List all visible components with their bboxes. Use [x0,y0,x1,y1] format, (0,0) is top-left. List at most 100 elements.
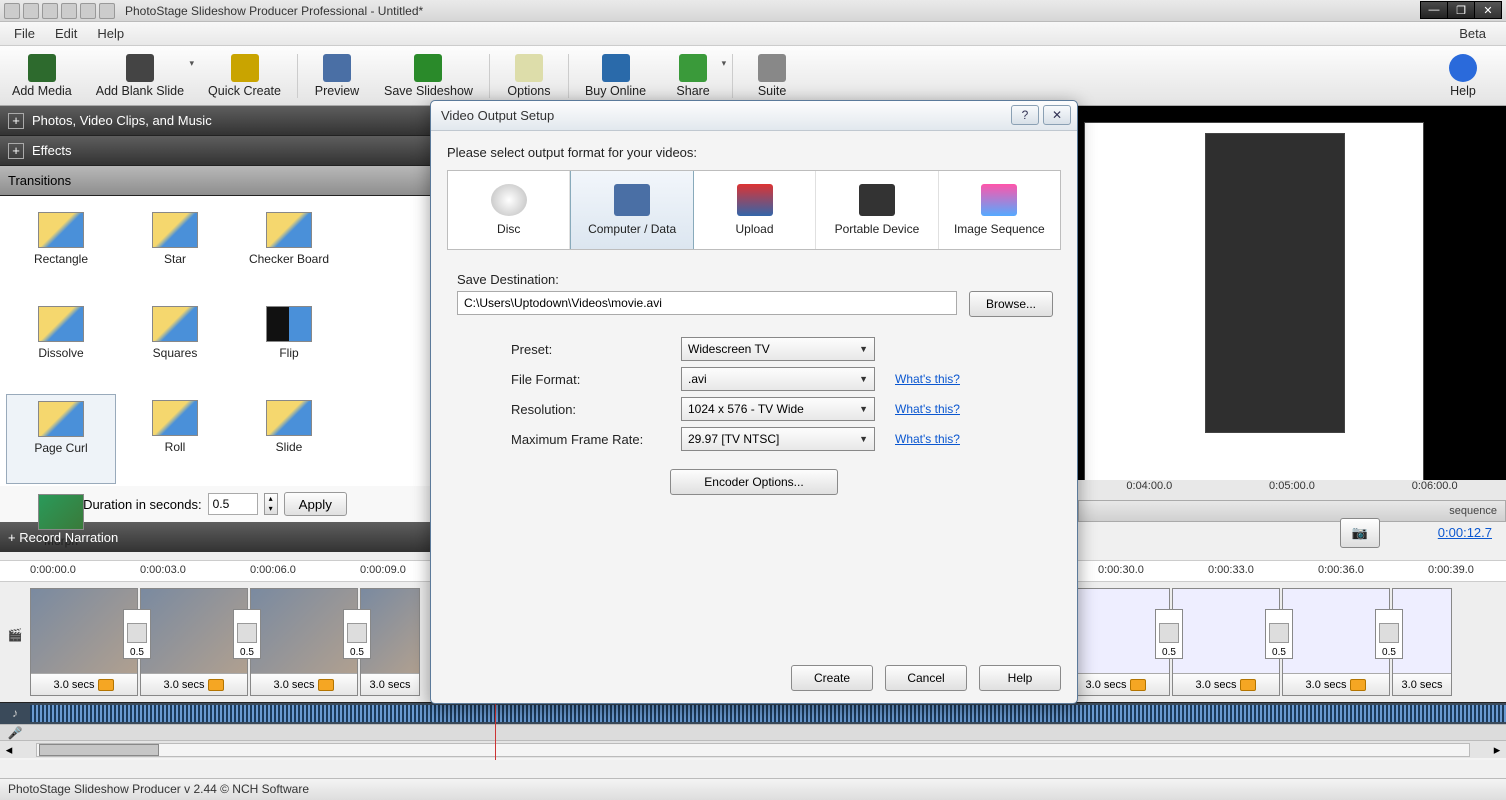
transition-squares[interactable]: Squares [120,300,230,390]
whats-this-link[interactable]: What's this? [895,372,960,386]
dialog-titlebar[interactable]: Video Output Setup ? ✕ [431,101,1077,131]
transition-chip[interactable]: 0.5 [343,609,371,659]
transition-slide[interactable]: Slide [234,394,344,484]
clip-badge-icon[interactable] [208,679,224,691]
format-computer[interactable]: Computer / Data [570,171,693,249]
qat-icon[interactable] [99,3,115,19]
transition-chip[interactable]: 0.5 [233,609,261,659]
timeline-scrollbar[interactable]: ◂ ▸ [0,740,1506,758]
preview-icon [323,54,351,82]
chevron-down-icon[interactable]: ▾ [190,58,195,69]
qat-icon[interactable] [80,3,96,19]
clip-badge-icon[interactable] [1350,679,1366,691]
clip-badge-icon[interactable] [318,679,334,691]
dialog-close-button[interactable]: ✕ [1043,105,1071,125]
expand-icon[interactable]: + [8,143,24,159]
timeline-clip[interactable]: 0.5 3.0 secs [30,588,138,696]
dialog-help-button[interactable]: Help [979,665,1061,691]
share-button[interactable]: Share▾ [658,50,728,102]
scroll-left-icon[interactable]: ◂ [0,742,18,758]
whats-this-link[interactable]: What's this? [895,402,960,416]
framerate-select[interactable]: 29.97 [TV NTSC]▼ [681,427,875,451]
audio-waveform[interactable] [30,705,1506,722]
create-button[interactable]: Create [791,665,873,691]
format-disc[interactable]: Disc [448,171,570,249]
maximize-button[interactable]: ❐ [1447,1,1475,19]
clip-thumbnail [141,589,247,673]
transition-rectangle[interactable]: Rectangle [6,206,116,296]
menu-edit[interactable]: Edit [45,23,87,44]
snapshot-button[interactable]: 📷 [1340,518,1380,548]
browse-button[interactable]: Browse... [969,291,1053,317]
transition-pagecurl[interactable]: Page Curl [6,394,116,484]
buy-online-button[interactable]: Buy Online [573,50,658,102]
file-format-select[interactable]: .avi▼ [681,367,875,391]
apply-button[interactable]: Apply [284,492,347,516]
timeline-clip[interactable]: 0.5 3.0 secs [1062,588,1170,696]
timeline-clip[interactable]: 0.5 3.0 secs [140,588,248,696]
transitions-grid: Rectangle Star Checker Board Dissolve Sq… [0,196,430,486]
scrollbar-thumb[interactable] [39,744,159,756]
cancel-button[interactable]: Cancel [885,665,967,691]
clip-badge-icon[interactable] [98,679,114,691]
qat-icon[interactable] [4,3,20,19]
format-image-sequence[interactable]: Image Sequence [939,171,1060,249]
qat-icon[interactable] [42,3,58,19]
clip-badge-icon[interactable] [1130,679,1146,691]
window-title: PhotoStage Slideshow Producer Profession… [125,4,423,18]
duration-input[interactable] [208,493,258,515]
stepper-icon[interactable]: ▴▾ [264,493,278,515]
suite-button[interactable]: Suite [737,50,807,102]
scroll-right-icon[interactable]: ▸ [1488,742,1506,758]
clip-badge-icon[interactable] [1240,679,1256,691]
preview-panel [1078,106,1506,498]
help-button[interactable]: Help [1428,50,1498,102]
transition-flip[interactable]: Flip [234,300,344,390]
add-media-button[interactable]: Add Media [0,50,84,102]
quick-create-button[interactable]: Quick Create [196,50,293,102]
accordion-effects[interactable]: +Effects [0,136,430,166]
save-icon [414,54,442,82]
ruler-tick: 0:00:09.0 [360,564,406,576]
audio-track[interactable]: ♪ [0,702,1506,724]
options-button[interactable]: Options [494,50,564,102]
resolution-select[interactable]: 1024 x 576 - TV Wide▼ [681,397,875,421]
qat [4,3,115,19]
transition-chip[interactable]: 0.5 [1265,609,1293,659]
menubar: File Edit Help Beta [0,22,1506,46]
transition-checker[interactable]: Checker Board [234,206,344,296]
save-destination-input[interactable] [457,291,957,315]
total-time-link[interactable]: 0:00:12.7 [1438,525,1492,540]
qat-icon[interactable] [61,3,77,19]
preset-select[interactable]: Widescreen TV▼ [681,337,875,361]
format-portable[interactable]: Portable Device [816,171,938,249]
menu-file[interactable]: File [4,23,45,44]
whats-this-link[interactable]: What's this? [895,432,960,446]
expand-icon[interactable]: + [8,113,24,129]
transition-dissolve[interactable]: Dissolve [6,300,116,390]
timeline-clip[interactable]: 0.5 3.0 secs [1282,588,1390,696]
timeline-clip[interactable]: 0.5 3.0 secs [1172,588,1280,696]
minimize-button[interactable]: — [1420,1,1448,19]
narration-track[interactable]: 🎤 [0,724,1506,740]
transition-chip[interactable]: 0.5 [1155,609,1183,659]
format-upload[interactable]: Upload [694,171,816,249]
menu-help[interactable]: Help [87,23,134,44]
transition-chip[interactable]: 0.5 [123,609,151,659]
preview-button[interactable]: Preview [302,50,372,102]
save-slideshow-button[interactable]: Save Slideshow [372,50,485,102]
chevron-down-icon[interactable]: ▾ [722,58,727,69]
qat-icon[interactable] [23,3,39,19]
transition-star[interactable]: Star [120,206,230,296]
transition-roll[interactable]: Roll [120,394,230,484]
add-blank-slide-button[interactable]: Add Blank Slide▾ [84,50,196,102]
transition-thumb-icon [38,212,84,248]
transition-chip[interactable]: 0.5 [1375,609,1403,659]
accordion-photos[interactable]: +Photos, Video Clips, and Music [0,106,430,136]
expand-icon[interactable]: + [8,530,16,545]
accordion-transitions[interactable]: Transitions [0,166,430,196]
timeline-clip[interactable]: 0.5 3.0 secs [250,588,358,696]
encoder-options-button[interactable]: Encoder Options... [670,469,838,495]
dialog-help-button[interactable]: ? [1011,105,1039,125]
close-button[interactable]: ✕ [1474,1,1502,19]
